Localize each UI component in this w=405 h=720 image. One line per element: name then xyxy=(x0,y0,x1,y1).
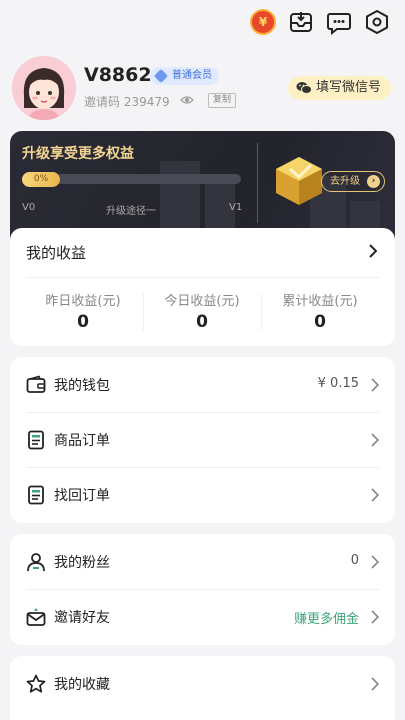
stat-yesterday: 昨日收益(元) 0 xyxy=(24,290,142,332)
top-toolbar: ¥ xyxy=(249,8,391,36)
invite-icon xyxy=(26,608,46,626)
invite-label: 邀请码 xyxy=(84,95,121,109)
earnings-card: 我的收益 昨日收益(元) 0 今日收益(元) 0 累计收益(元) 0 xyxy=(10,228,395,346)
wechat-icon xyxy=(296,82,312,94)
stat-label: 今日收益(元) xyxy=(164,294,240,309)
message-icon[interactable] xyxy=(325,8,353,36)
wechat-button[interactable]: 填写微信号 xyxy=(287,76,391,100)
user-icon xyxy=(27,553,45,572)
menu-card-social: 我的粉丝 0 邀请好友 赚更多佣金 xyxy=(10,534,395,645)
menu-item-recover-orders[interactable]: 找回订单 xyxy=(10,467,395,523)
menu-item-label: 找回订单 xyxy=(54,488,110,504)
menu-item-label: 商品订单 xyxy=(54,433,110,449)
member-badge: 普通会员 xyxy=(150,67,219,85)
divider xyxy=(257,143,258,223)
level-from: V0 xyxy=(22,202,36,213)
menu-item-label: 我的收藏 xyxy=(54,677,110,693)
wechat-button-label: 填写微信号 xyxy=(315,80,381,95)
menu-item-fans[interactable]: 我的粉丝 0 xyxy=(10,534,395,590)
level-to: V1 xyxy=(229,202,243,213)
chevron-right-icon xyxy=(371,488,379,502)
menu-item-label: 我的粉丝 xyxy=(54,555,110,571)
diamond-icon xyxy=(153,68,169,84)
coin-reward-icon[interactable]: ¥ xyxy=(249,8,277,36)
menu-item-orders[interactable]: 商品订单 xyxy=(10,412,395,468)
chevron-right-icon xyxy=(371,677,379,691)
stat-today: 今日收益(元) 0 xyxy=(143,290,261,332)
eye-icon[interactable] xyxy=(180,95,194,105)
inbox-download-icon[interactable] xyxy=(287,8,315,36)
upgrade-title: 升级享受更多权益 xyxy=(22,146,134,162)
stat-total: 累计收益(元) 0 xyxy=(261,290,379,332)
avatar[interactable] xyxy=(12,56,76,120)
menu-item-wallet[interactable]: 我的钱包 ¥ 0.15 xyxy=(10,357,395,413)
stat-label: 累计收益(元) xyxy=(282,294,358,309)
settings-icon[interactable] xyxy=(363,8,391,36)
order-icon xyxy=(28,430,44,450)
menu-item-favorites[interactable]: 我的收藏 xyxy=(10,656,395,712)
stat-value: 0 xyxy=(314,312,326,332)
chevron-right-icon xyxy=(371,433,379,447)
menu-item-invite[interactable]: 邀请好友 赚更多佣金 xyxy=(10,589,395,645)
progress-fill: 0% xyxy=(22,172,60,187)
copy-button[interactable]: 复制 xyxy=(208,93,237,108)
gold-cube-icon xyxy=(276,157,322,205)
menu-card-favorites: 我的收藏 xyxy=(10,656,395,720)
stat-value: 0 xyxy=(196,312,208,332)
wallet-balance: ¥ 0.15 xyxy=(317,376,359,391)
profile-header: V8862 普通会员 邀请码 239479 复制 填写微信号 xyxy=(12,56,393,120)
chevron-right-icon xyxy=(371,378,379,392)
stat-label: 昨日收益(元) xyxy=(45,294,121,309)
fans-count: 0 xyxy=(350,553,359,568)
menu-card-wallet: 我的钱包 ¥ 0.15 商品订单 找回订单 xyxy=(10,357,395,523)
member-badge-label: 普通会员 xyxy=(172,70,212,81)
chevron-right-icon xyxy=(371,610,379,624)
chevron-right-icon[interactable] xyxy=(369,244,377,258)
invite-code-value: 239479 xyxy=(123,95,170,109)
username: V8862 xyxy=(84,64,152,86)
invite-promo: 赚更多佣金 xyxy=(293,612,359,627)
wallet-icon xyxy=(26,375,46,393)
arrow-right-icon: › xyxy=(367,175,380,188)
upgrade-card[interactable]: 升级享受更多权益 0% V0 升级途径一 V1 去升级 › xyxy=(10,131,395,241)
recover-order-icon xyxy=(28,485,44,505)
chevron-right-icon xyxy=(371,555,379,569)
stat-value: 0 xyxy=(77,312,89,332)
earnings-title: 我的收益 xyxy=(26,244,87,262)
upgrade-button[interactable]: 去升级 › xyxy=(321,171,385,192)
invite-code: 邀请码 239479 xyxy=(84,93,170,110)
divider xyxy=(26,277,379,278)
upgrade-button-label: 去升级 xyxy=(330,176,360,187)
upgrade-path-label: 升级途径一 xyxy=(106,206,156,217)
star-icon xyxy=(26,674,46,693)
menu-item-label: 邀请好友 xyxy=(54,610,110,626)
menu-item-label: 我的钱包 xyxy=(54,378,110,394)
